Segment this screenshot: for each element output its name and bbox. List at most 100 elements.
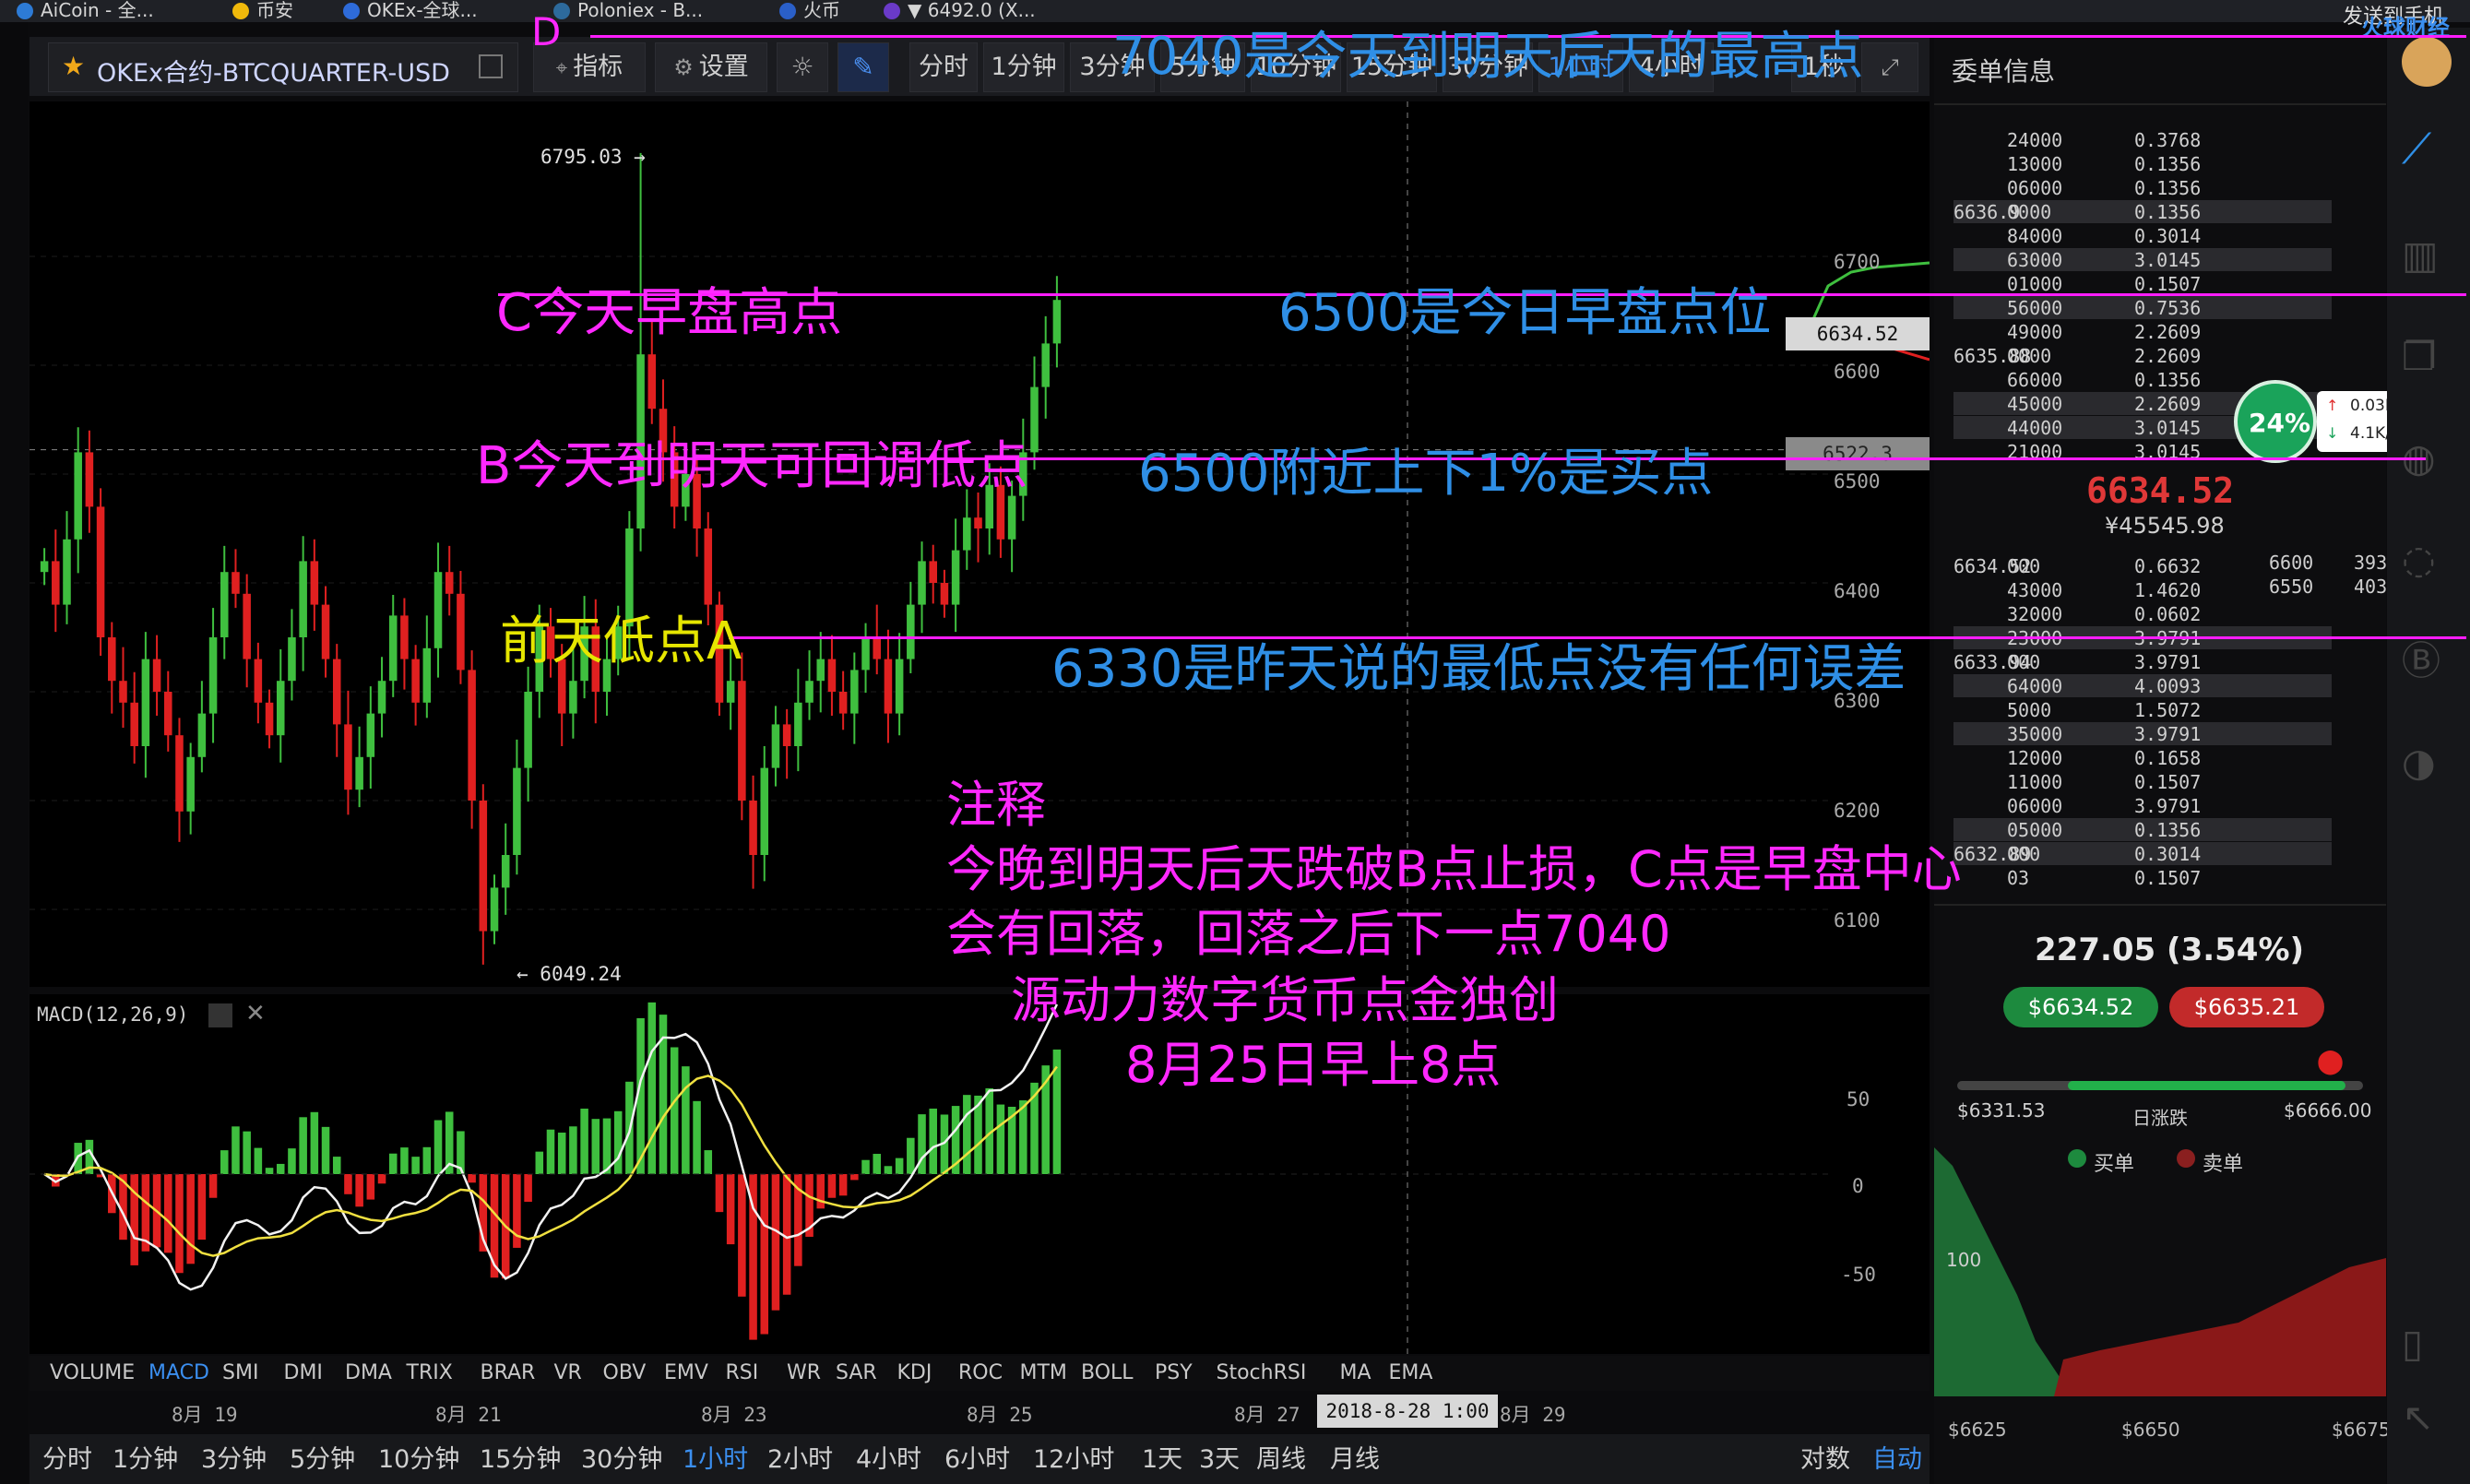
indicator-trix[interactable]: TRIX [407,1361,453,1384]
browser-tab-poloniex[interactable]: Poloniex - B... [553,0,703,22]
browser-tab-binance[interactable]: 币安 [232,0,293,22]
browser-tab-price[interactable]: ▼ 6492.0 (X... [884,0,1036,22]
macd-histogram-bar [400,1147,409,1174]
timeframe-0[interactable]: 分时 [42,1439,92,1475]
network-speed-widget[interactable]: 24% [2234,380,2317,463]
browser-tab-okex[interactable]: OKEx-全球... [343,0,478,22]
timeframe-9[interactable]: 4小时 [856,1439,921,1475]
indicator-sar[interactable]: SAR [836,1361,877,1384]
interval-fenshi[interactable]: 分时 [909,42,978,92]
candle-body [974,517,982,528]
depth-axis-2: $6675 [2332,1419,2391,1441]
indicator-macd[interactable]: MACD [148,1361,209,1384]
candle-body [445,572,454,594]
indicator-emv[interactable]: EMV [664,1361,708,1384]
indicator-mtm[interactable]: MTM [1020,1361,1067,1384]
orderbook-amount: 0.7536 [2134,297,2202,319]
indicator-dma[interactable]: DMA [345,1361,392,1384]
world-icon[interactable]: ◑ [2402,738,2452,788]
indicator-roc[interactable]: ROC [958,1361,1003,1384]
macd-histogram-bar [782,1174,791,1295]
pointer-icon[interactable]: ↖ [2402,1393,2452,1442]
indicator-ema[interactable]: EMA [1389,1361,1433,1384]
orderbook-suffix: 64000 [2007,675,2063,697]
candle-body [490,887,499,932]
macd-histogram-bar [838,1174,848,1196]
bar-chart-icon[interactable]: ▥ [2402,231,2452,280]
indicator-obv[interactable]: OBV [603,1361,647,1384]
macd-histogram-bar [557,1133,566,1174]
browser-tab-huobi[interactable]: 火币 [779,0,840,22]
candle-body [433,572,443,648]
annotation-b-text: 6500附近上下1%是买点 [1138,444,1714,504]
timeframe-10[interactable]: 6小时 [944,1439,1010,1475]
window-icon[interactable]: ❐ [2402,332,2452,382]
symbol-selector[interactable]: ★ OKEx合约-BTCQUARTER-USD [48,42,518,92]
indicator-ma[interactable]: MA [1340,1361,1372,1384]
draw-tool-button[interactable]: ✎ [837,42,889,92]
timeframe-8[interactable]: 2小时 [767,1439,833,1475]
timeframe-5[interactable]: 15分钟 [480,1439,561,1475]
browser-tab-aicoin[interactable]: AiCoin - 全... [17,0,154,22]
candle-body [873,637,882,659]
candle-body [963,517,971,551]
timeframe-12[interactable]: 1天 [1142,1439,1182,1475]
indicator-smi[interactable]: SMI [222,1361,258,1384]
phone-icon[interactable]: ▯ [2402,1319,2452,1369]
theme-toggle-button[interactable]: ☼ [777,42,828,92]
timeframe-13[interactable]: 3天 [1199,1439,1240,1475]
depth-chart[interactable] [1934,1147,2386,1396]
indicator-brar[interactable]: BRAR [481,1361,536,1384]
timeframe-7[interactable]: 1小时 [683,1439,748,1475]
indicator-boll[interactable]: BOLL [1081,1361,1134,1384]
candle-body [918,561,926,605]
indicator-stochrsi[interactable]: StochRSI [1217,1361,1307,1384]
sell-price-button[interactable]: $6635.21 [2169,987,2324,1027]
timeframe-15[interactable]: 月线 [1330,1439,1380,1475]
indicator-kdj[interactable]: KDJ [897,1361,932,1384]
candle-body [524,692,532,768]
buy-price-button[interactable]: $6634.52 [2003,987,2158,1027]
timeframe-1[interactable]: 1分钟 [113,1439,178,1475]
note-title: 注释 [946,776,1046,834]
log-scale-toggle[interactable]: 对数 [1800,1439,1850,1475]
macd-histogram-bar [535,1151,544,1174]
indicator-dmi[interactable]: DMI [284,1361,323,1384]
fullscreen-button[interactable]: ⤢ [1861,42,1918,92]
copy-icon[interactable] [479,54,503,78]
timeframe-4[interactable]: 10分钟 [378,1439,459,1475]
favorite-star-icon[interactable]: ★ [62,51,85,81]
indicator-vr[interactable]: VR [554,1361,582,1384]
auto-scale-toggle[interactable]: 自动 [1872,1439,1922,1475]
indicator-wr[interactable]: WR [787,1361,821,1384]
chat-icon[interactable]: ◌ [2402,535,2452,585]
order-book-divider [1934,103,2386,105]
orderbook-amount: 3.9791 [2134,795,2202,817]
indicator-psy[interactable]: PSY [1155,1361,1193,1384]
macd-close-icon[interactable]: ✕ [245,1000,266,1027]
timeframe-3[interactable]: 5分钟 [290,1439,355,1475]
interval-1min[interactable]: 1分钟 [983,42,1064,92]
macd-histogram-bar [254,1147,263,1174]
indicator-volume[interactable]: VOLUME [50,1361,135,1384]
timeframe-14[interactable]: 周线 [1256,1439,1306,1475]
macd-panel[interactable] [30,994,1930,1354]
macd-settings-icon[interactable] [208,1003,232,1027]
chart-line-icon[interactable]: ⟋ [2402,124,2452,173]
timeframe-2[interactable]: 3分钟 [201,1439,267,1475]
bitcoin-icon[interactable]: Ⓑ [2402,636,2452,686]
range-high: $6666.00 [2284,1099,2372,1122]
indicator-rsi[interactable]: RSI [726,1361,759,1384]
settings-button[interactable]: ⚙ 设置 [655,42,767,92]
last-price-tag: 6634.52 [1786,317,1930,350]
macd-chart[interactable] [30,994,1930,1354]
macd-histogram-bar [647,1002,657,1174]
avatar[interactable] [2402,37,2452,87]
timeframe-11[interactable]: 12小时 [1033,1439,1114,1475]
macd-histogram-bar [524,1174,532,1203]
timeframe-6[interactable]: 30分钟 [581,1439,662,1475]
orderbook-suffix: 0000 [2007,345,2052,367]
orderbook-amount: 0.1507 [2134,273,2202,295]
orderbook-suffix: 000 [2007,651,2041,673]
candle-body [1030,386,1039,453]
